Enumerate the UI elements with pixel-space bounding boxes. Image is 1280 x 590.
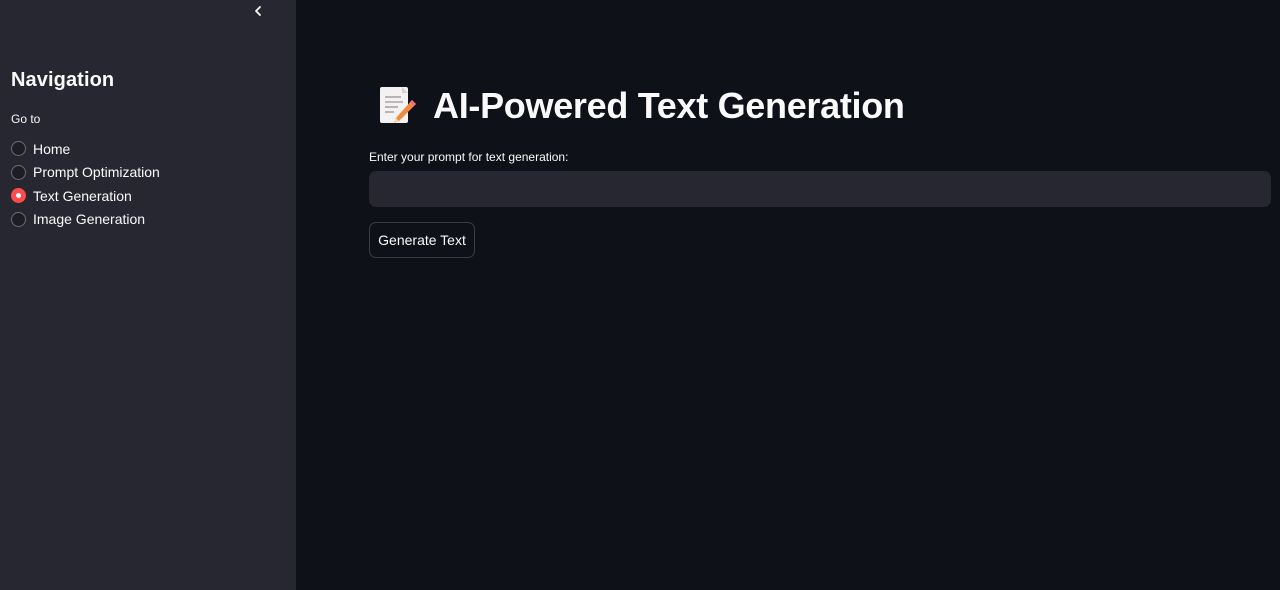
main-content: AI-Powered Text Generation Enter your pr… [296, 0, 1280, 590]
prompt-input-label: Enter your prompt for text generation: [369, 150, 569, 164]
radio-option-label: Home [33, 140, 71, 157]
sidebar-title: Navigation [11, 69, 115, 91]
radio-option-label: Image Generation [33, 211, 146, 228]
radio-option-label: Prompt Optimization [33, 164, 160, 181]
radio-option-prompt-optimization[interactable]: Prompt Optimization [11, 161, 160, 185]
radio-option-text-generation[interactable]: Text Generation [11, 184, 160, 208]
page-header: AI-Powered Text Generation [376, 84, 905, 128]
radio-option-home[interactable]: Home [11, 137, 160, 161]
radio-group-label: Go to [11, 112, 41, 126]
radio-option-label: Text Generation [33, 187, 132, 204]
generate-text-button[interactable]: Generate Text [369, 222, 475, 258]
radio-button[interactable] [11, 211, 26, 227]
prompt-input[interactable] [369, 171, 1271, 207]
sidebar: Navigation Go to Home Prompt Optimizatio… [0, 0, 296, 590]
radio-button[interactable] [11, 164, 26, 180]
navigation-radio-group: Home Prompt Optimization Text Generation… [11, 137, 160, 231]
app-window: Navigation Go to Home Prompt Optimizatio… [0, 0, 1280, 590]
chevron-left-icon [252, 4, 264, 22]
memo-icon [376, 84, 418, 128]
collapse-sidebar-button[interactable] [248, 3, 268, 23]
radio-button-selected[interactable] [11, 188, 26, 204]
radio-button[interactable] [11, 141, 26, 157]
page-title: AI-Powered Text Generation [433, 85, 905, 126]
radio-option-image-generation[interactable]: Image Generation [11, 208, 160, 232]
